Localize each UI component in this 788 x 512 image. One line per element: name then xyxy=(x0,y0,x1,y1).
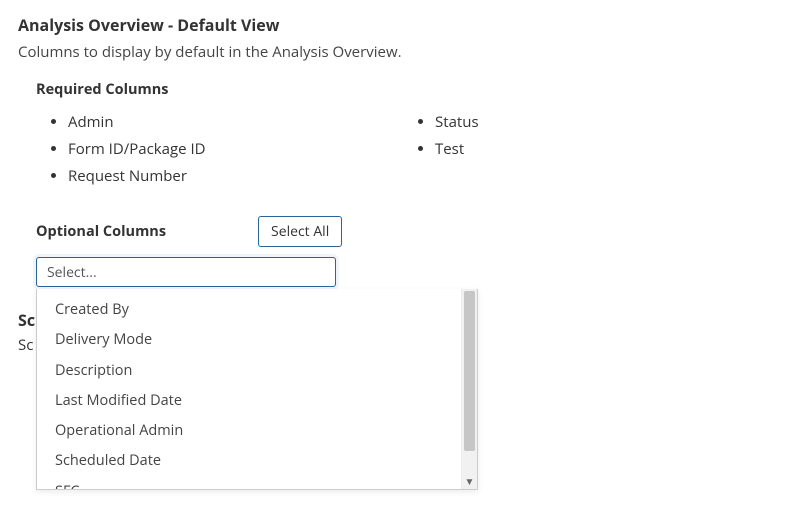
dropdown-option[interactable]: Last Modified Date xyxy=(37,386,461,416)
optional-columns-heading: Optional Columns xyxy=(36,222,166,241)
required-columns-list-right: Status Test xyxy=(403,109,770,163)
dropdown-option[interactable]: Description xyxy=(37,356,461,386)
obscured-heading-fragment: Sc xyxy=(18,309,35,331)
select-all-button[interactable]: Select All xyxy=(258,216,342,247)
dropdown-option[interactable]: Delivery Mode xyxy=(37,325,461,355)
dropdown-list: Created By Delivery Mode Description Las… xyxy=(37,289,461,489)
dropdown-option[interactable]: Operational Admin xyxy=(37,416,461,446)
list-item: Form ID/Package ID xyxy=(68,136,403,163)
dropdown-option[interactable]: Created By xyxy=(37,295,461,325)
chevron-down-icon[interactable]: ▼ xyxy=(462,475,477,487)
obscured-section-behind-dropdown: Sc Sc xyxy=(18,309,35,355)
list-item: Status xyxy=(435,109,770,136)
list-item: Admin xyxy=(68,109,403,136)
required-columns-list-left: Admin Form ID/Package ID Request Number xyxy=(36,109,403,190)
list-item: Request Number xyxy=(68,163,403,190)
page-subtitle: Columns to display by default in the Ana… xyxy=(18,42,770,62)
dropdown-option[interactable]: SFC xyxy=(37,477,461,489)
obscured-text-fragment: Sc xyxy=(18,335,35,355)
list-item: Test xyxy=(435,136,770,163)
dropdown-option[interactable]: Scheduled Date xyxy=(37,446,461,476)
dropdown-scrollbar[interactable]: ▼ xyxy=(461,289,477,489)
optional-columns-select-input[interactable] xyxy=(36,257,336,287)
required-columns-heading: Required Columns xyxy=(36,80,770,99)
optional-columns-dropdown: Created By Delivery Mode Description Las… xyxy=(36,289,478,490)
scrollbar-thumb[interactable] xyxy=(464,291,475,451)
page-title: Analysis Overview - Default View xyxy=(18,14,770,36)
required-columns-section: Required Columns Admin Form ID/Package I… xyxy=(18,80,770,190)
